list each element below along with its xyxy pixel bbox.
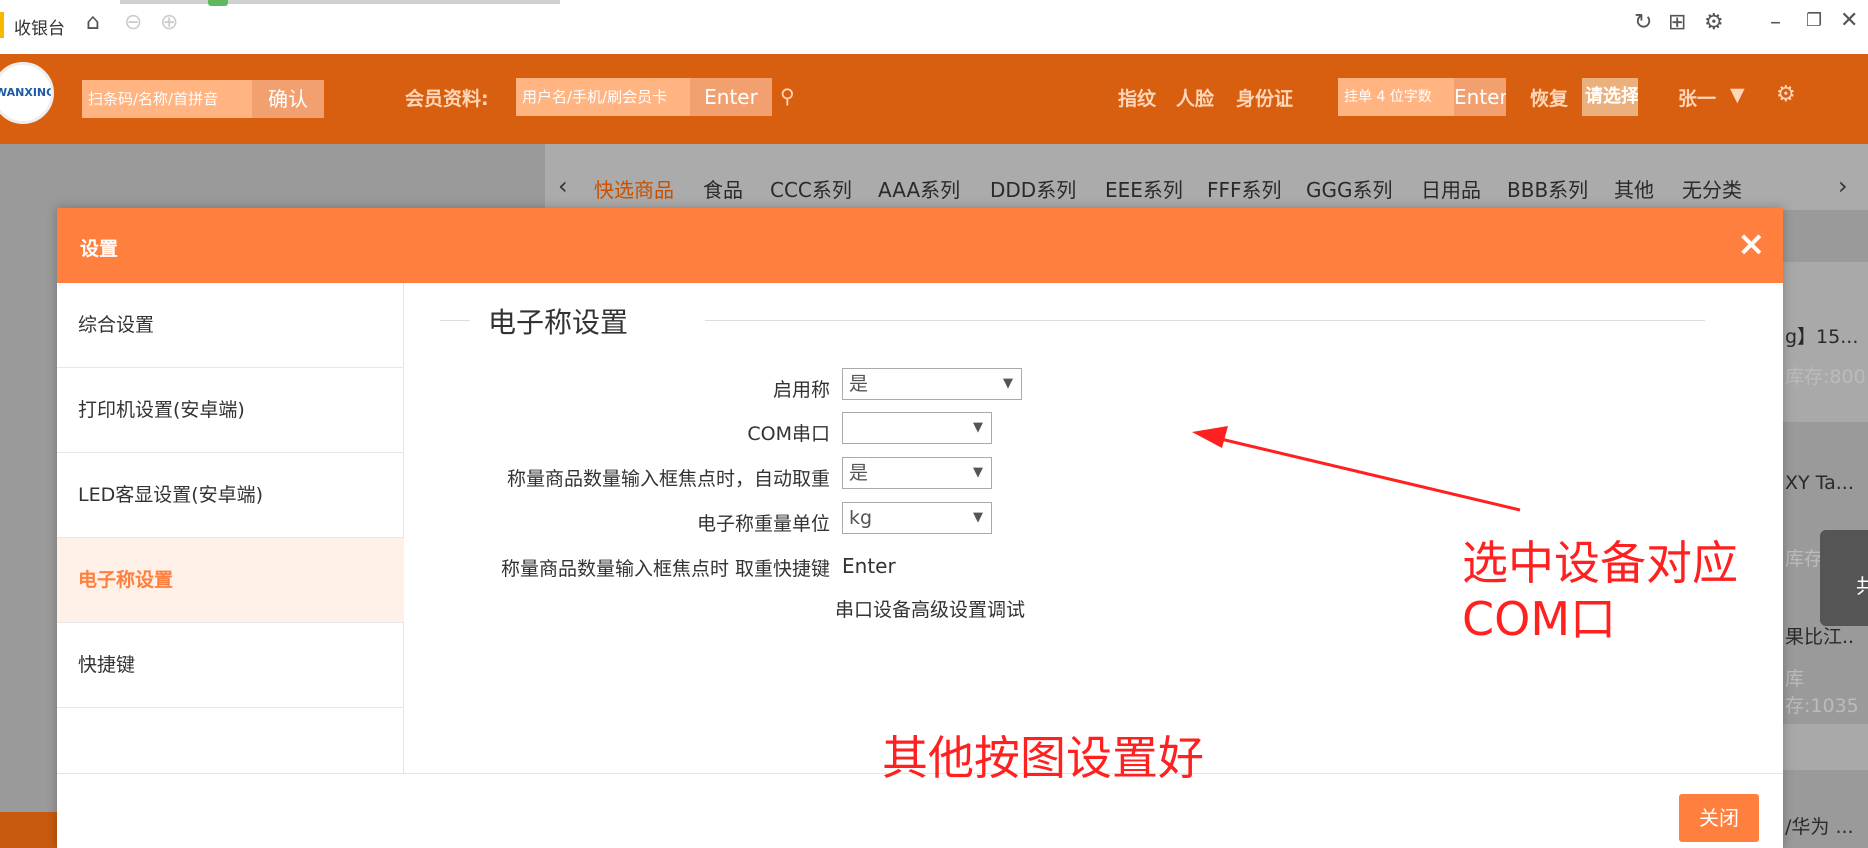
annotation-arrow xyxy=(1192,426,1521,512)
annotation-callout-line: 选中设备对应 xyxy=(1462,536,1738,590)
annotation-note: 其他按图设置好 xyxy=(882,731,1204,785)
annotation-callout-line: COM口 xyxy=(1462,592,1617,646)
annotation-callout: 选中设备对应 COM口 xyxy=(1462,535,1738,647)
